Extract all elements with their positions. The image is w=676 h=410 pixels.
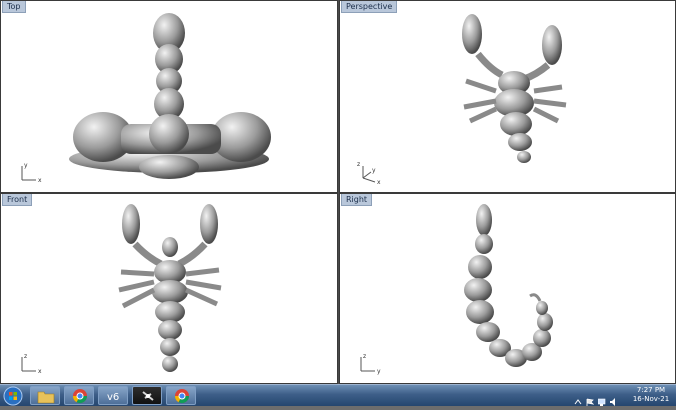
svg-text:z: z	[24, 353, 27, 360]
viewport-grid: Top y x Perspective z x y Front z x Righ…	[0, 0, 676, 384]
svg-text:x: x	[38, 177, 42, 184]
svg-text:y: y	[377, 368, 381, 375]
chrome-icon[interactable]	[64, 386, 94, 405]
axis-triad-top: y x	[16, 154, 46, 184]
svg-text:y: y	[372, 167, 376, 174]
start-orb-icon[interactable]	[2, 386, 24, 406]
v6-app-icon[interactable]: v6	[98, 386, 128, 405]
system-tray: 7:27 PM 16-Nov-21	[566, 385, 676, 407]
clock-time: 7:27 PM	[636, 386, 666, 394]
viewport-top[interactable]: Top y x	[0, 0, 338, 193]
windows-taskbar: v6 7:27 PM 16-Nov-21	[0, 384, 676, 406]
viewport-title-front[interactable]: Front	[2, 194, 33, 206]
show-hidden-icons-icon[interactable]	[574, 391, 582, 405]
axis-triad-perspective: z x y	[355, 154, 385, 186]
axis-triad-front: z x	[16, 345, 46, 375]
viewport-front[interactable]: Front z x	[0, 193, 338, 384]
taskbar-clock[interactable]: 7:27 PM 16-Nov-21	[630, 386, 672, 404]
scorpion-front-view	[118, 204, 222, 372]
viewport-title-perspective[interactable]: Perspective	[341, 1, 398, 13]
axis-triad-right: z y	[355, 345, 385, 375]
svg-text:x: x	[38, 368, 42, 375]
file-explorer-icon[interactable]	[30, 386, 60, 405]
network-icon[interactable]	[597, 391, 606, 406]
svg-text:x: x	[377, 179, 381, 186]
rhino-scorpion-icon[interactable]	[132, 386, 162, 405]
scorpion-right-view	[464, 204, 553, 367]
viewport-title-right[interactable]: Right	[341, 194, 373, 206]
svg-text:y: y	[24, 162, 28, 169]
viewport-title-top[interactable]: Top	[2, 1, 26, 13]
viewport-perspective[interactable]: Perspective z x y	[339, 0, 676, 193]
svg-text:z: z	[363, 353, 366, 360]
svg-text:z: z	[357, 161, 360, 168]
scorpion-perspective-view	[462, 14, 567, 163]
volume-icon[interactable]	[610, 391, 618, 406]
action-center-flag-icon[interactable]	[586, 391, 595, 406]
svg-text:v6: v6	[107, 392, 119, 403]
clock-date: 16-Nov-21	[632, 395, 670, 403]
chrome-icon-2[interactable]	[166, 386, 196, 405]
scorpion-top-view	[69, 13, 271, 179]
viewport-right[interactable]: Right z y	[339, 193, 676, 384]
